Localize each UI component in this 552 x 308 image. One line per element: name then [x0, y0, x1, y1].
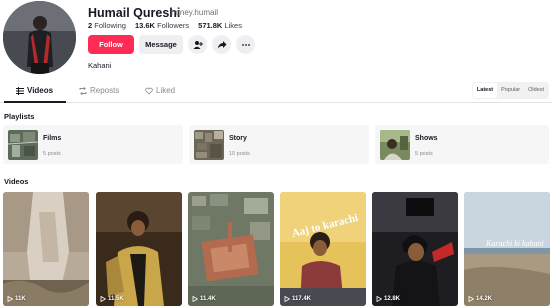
likes-count: 571.8K [198, 21, 223, 30]
playlist-title: Films [43, 135, 62, 142]
profile-bio: Kahani [88, 61, 112, 70]
content-tabs: Videos Reposts Liked [0, 80, 552, 103]
profile-actions: Follow Message [88, 35, 255, 54]
video-overlay-text: Karachi ki kahani [485, 239, 544, 248]
tab-reposts-label: Reposts [90, 86, 120, 95]
repost-icon [79, 86, 87, 95]
playlist-thumbnail [194, 130, 224, 160]
follow-button[interactable]: Follow [88, 35, 134, 54]
likes-stat: 571.8K Likes [198, 21, 242, 30]
more-options-button[interactable] [236, 35, 255, 54]
followers-stat[interactable]: 13.6K Followers [135, 21, 189, 30]
view-count-value: 11.4K [200, 296, 216, 302]
video-thumbnail: Aaj to karachi [280, 192, 366, 306]
profile-stats: 2 Following 13.6K Followers 571.8K Likes [88, 21, 242, 30]
view-count: 12.8K [376, 296, 400, 302]
play-icon [7, 296, 13, 302]
view-count: 11K [7, 296, 26, 302]
followers-label: Followers [157, 21, 190, 30]
following-stat[interactable]: 2 Following [88, 21, 126, 30]
sort-latest[interactable]: Latest [472, 83, 498, 98]
add-user-icon [193, 40, 203, 49]
video-thumbnail [3, 192, 89, 306]
share-button[interactable] [212, 35, 231, 54]
view-count-value: 14.2K [476, 296, 493, 302]
video-thumbnail [372, 192, 458, 306]
tab-liked[interactable]: Liked [145, 86, 175, 95]
active-tab-indicator [4, 101, 66, 103]
video-card[interactable]: Aaj to karachi 117.4K [280, 192, 366, 306]
following-count: 2 [88, 21, 93, 30]
view-count-value: 12.8K [384, 296, 401, 302]
video-card[interactable]: 11.5K [96, 192, 182, 306]
playlist-post-count: 10 posts [229, 151, 250, 157]
share-icon [217, 40, 226, 48]
heart-icon [145, 87, 153, 95]
video-card[interactable]: 12.8K [372, 192, 458, 306]
playlists-heading: Playlists [4, 112, 35, 121]
tab-liked-label: Liked [156, 86, 176, 95]
view-count-value: 11K [15, 296, 26, 302]
video-card[interactable]: 11K [3, 192, 89, 306]
playlist-card-story[interactable]: Story 10 posts [189, 125, 369, 164]
video-thumbnail: Karachi ki kahani [464, 192, 550, 306]
more-icon [241, 43, 250, 46]
grid-icon [16, 86, 24, 95]
sort-popular[interactable]: Popular [497, 83, 524, 98]
playlist-title: Shows [415, 135, 438, 142]
playlist-title: Story [229, 135, 247, 142]
view-count: 14.2K [468, 296, 492, 302]
tab-videos-label: Videos [27, 86, 54, 95]
sort-toggle: Latest Popular Oldest [471, 82, 549, 99]
sort-oldest[interactable]: Oldest [524, 83, 548, 98]
view-count-value: 117.4K [292, 296, 312, 302]
profile-username: honey.humail [171, 8, 218, 17]
add-friend-button[interactable] [188, 35, 207, 54]
message-button[interactable]: Message [139, 35, 183, 54]
playlist-card-shows[interactable]: Shows 5 posts [375, 125, 549, 164]
playlist-card-films[interactable]: Films 5 posts [3, 125, 183, 164]
view-count: 11.4K [192, 296, 216, 302]
play-icon [284, 296, 290, 302]
tab-reposts[interactable]: Reposts [79, 86, 119, 95]
video-card[interactable]: Karachi ki kahani 14.2K [464, 192, 550, 306]
video-thumbnail [96, 192, 182, 306]
avatar-image [3, 1, 76, 74]
view-count: 117.4K [284, 296, 311, 302]
play-icon [376, 296, 382, 302]
followers-count: 13.6K [134, 21, 155, 30]
playlist-post-count: 5 posts [415, 151, 433, 157]
play-icon [100, 296, 106, 302]
playlist-thumbnail [8, 130, 38, 160]
video-card[interactable]: 11.4K [188, 192, 274, 306]
view-count: 11.5K [100, 296, 124, 302]
avatar[interactable] [3, 1, 76, 74]
view-count-value: 11.5K [108, 296, 124, 302]
play-icon [192, 296, 198, 302]
play-icon [468, 296, 474, 302]
videos-heading: Videos [4, 177, 29, 186]
likes-label: Likes [224, 21, 242, 30]
tab-videos[interactable]: Videos [16, 86, 53, 95]
following-label: Following [94, 21, 126, 30]
video-thumbnail [188, 192, 274, 306]
profile-name: Humail Qureshi [88, 6, 181, 20]
playlist-post-count: 5 posts [43, 151, 61, 157]
playlist-thumbnail [380, 130, 410, 160]
